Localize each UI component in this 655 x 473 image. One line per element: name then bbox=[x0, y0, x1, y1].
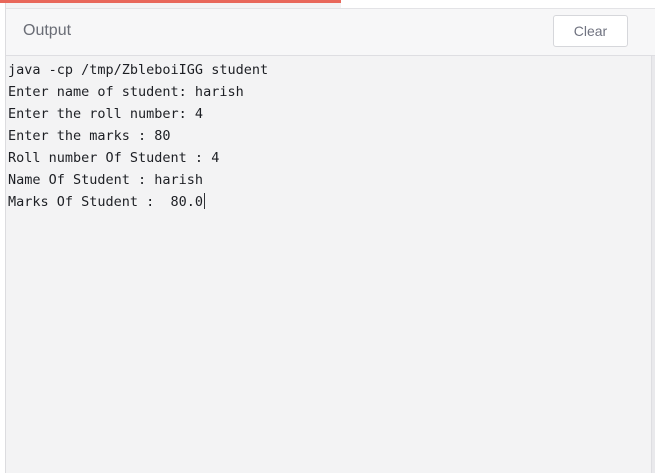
panel-title: Output bbox=[23, 22, 72, 39]
console-line: Enter the roll number: 4 bbox=[8, 103, 268, 125]
progress-accent-bar bbox=[0, 0, 341, 3]
output-window: Output Clear java -cp /tmp/ZbleboiIGG st… bbox=[0, 0, 655, 473]
console-line-text: Enter the marks : 80 bbox=[8, 128, 171, 144]
console-line-text: Marks Of Student : 80.0 bbox=[8, 194, 204, 210]
output-header: Output Clear bbox=[6, 8, 655, 56]
console-line-text: Roll number Of Student : 4 bbox=[8, 150, 220, 166]
console-line-text: Enter name of student: harish bbox=[8, 84, 244, 100]
top-strip bbox=[341, 0, 655, 8]
console-line: Name Of Student : harish bbox=[8, 169, 268, 191]
console-line: Enter name of student: harish bbox=[8, 81, 268, 103]
console-line-text: Name Of Student : harish bbox=[8, 172, 204, 188]
console-line-text: Enter the roll number: 4 bbox=[8, 106, 204, 122]
clear-button[interactable]: Clear bbox=[553, 15, 628, 47]
scrollbar[interactable] bbox=[651, 56, 655, 473]
console-output[interactable]: java -cp /tmp/ZbleboiIGG student Enter n… bbox=[6, 56, 655, 473]
text-cursor bbox=[204, 193, 206, 209]
console-line: Enter the marks : 80 bbox=[8, 125, 268, 147]
console-line: Roll number Of Student : 4 bbox=[8, 147, 268, 169]
console-line: java -cp /tmp/ZbleboiIGG student bbox=[8, 59, 268, 81]
console-lines: java -cp /tmp/ZbleboiIGG student Enter n… bbox=[8, 59, 268, 213]
console-line-text: java -cp /tmp/ZbleboiIGG student bbox=[8, 62, 269, 78]
console-line: Marks Of Student : 80.0 bbox=[8, 191, 268, 213]
